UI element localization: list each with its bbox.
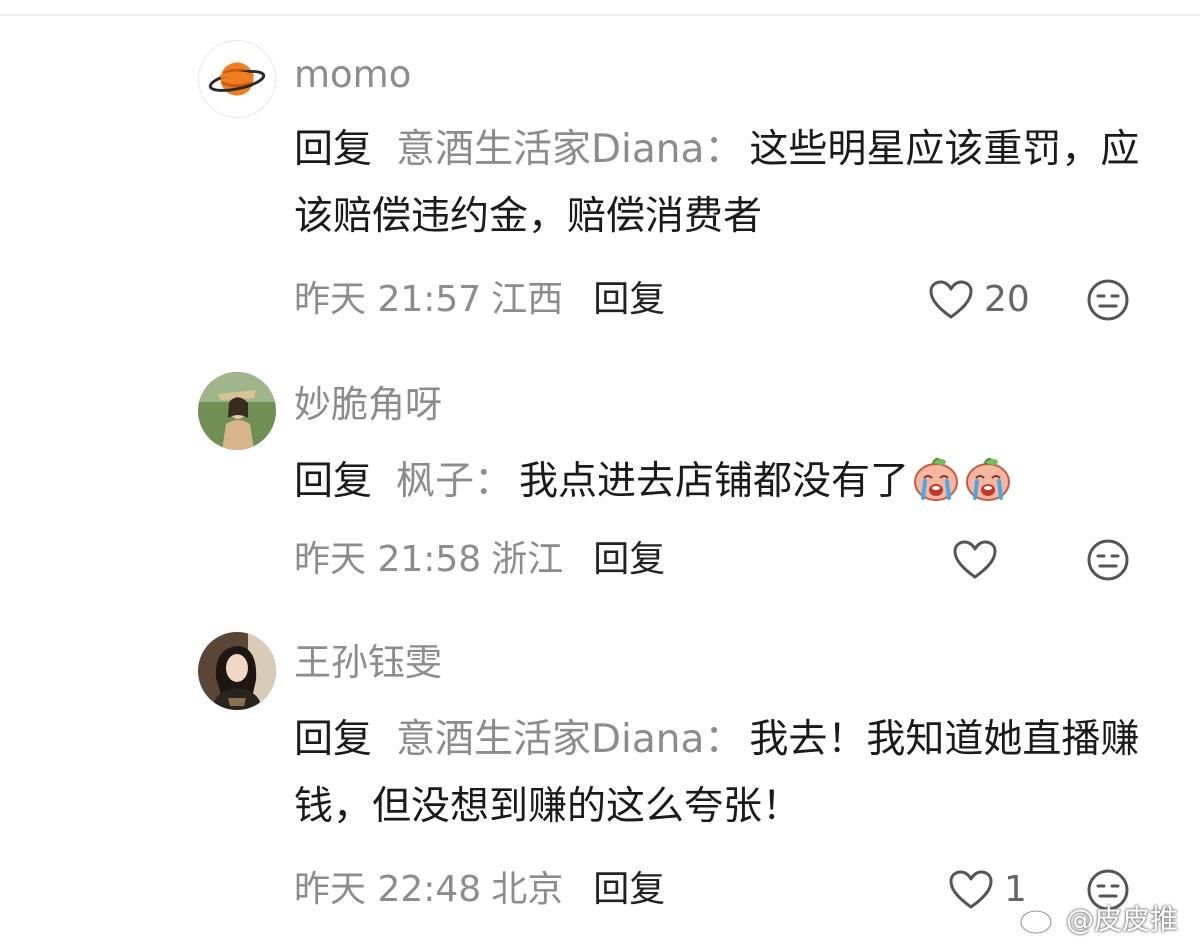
top-divider [0, 14, 1200, 16]
comment-meta: 昨天 21:57 江西 回复 [294, 282, 665, 318]
timestamp: 昨天 21:58 [294, 539, 482, 580]
like-count: 20 [984, 279, 1030, 320]
location: 浙江 [491, 539, 564, 580]
comment-text: 回复 意酒生活家Diana： 这些明星应该重罚，应该赔偿违约金，赔偿消费者 [294, 116, 1154, 250]
meh-face-icon [1087, 279, 1129, 321]
avatar[interactable] [198, 372, 276, 450]
meh-face-icon [1087, 539, 1129, 581]
heart-icon [953, 540, 997, 579]
reply-button[interactable]: 回复 [593, 279, 665, 320]
avatar[interactable] [198, 40, 276, 118]
heart-icon [949, 870, 993, 909]
like-button[interactable]: 1 [948, 868, 1027, 912]
comment-meta: 昨天 22:48 北京 回复 [294, 872, 665, 908]
location: 江西 [491, 279, 564, 320]
user-photo [198, 372, 276, 450]
comment-meta: 昨天 21:58 浙江 回复 [294, 542, 665, 578]
comment-text: 回复 枫子： 我点进去店铺都没有了 [294, 448, 1154, 515]
username[interactable]: 妙脆角呀 [294, 386, 442, 423]
username[interactable]: 王孙钰雯 [294, 644, 442, 681]
reply-prefix: 回复 [294, 717, 373, 762]
user-photo [198, 632, 276, 710]
colon: ： [704, 717, 744, 762]
crying-emoji-icon [963, 454, 1013, 502]
dislike-button[interactable] [1086, 538, 1130, 582]
reply-button[interactable]: 回复 [593, 539, 665, 580]
colon: ： [704, 127, 744, 172]
avatar[interactable] [198, 632, 276, 710]
comment-body: 我点进去店铺都没有了 [519, 459, 910, 504]
timestamp: 昨天 21:57 [294, 279, 482, 320]
heart-icon [929, 280, 973, 319]
reply-target-user[interactable]: 枫子 [396, 459, 474, 504]
timestamp: 昨天 22:48 [294, 869, 482, 910]
reply-prefix: 回复 [294, 127, 373, 172]
like-button[interactable]: 20 [928, 278, 1030, 322]
reply-target-user[interactable]: 意酒生活家Diana [396, 127, 704, 172]
username[interactable]: momo [294, 56, 411, 93]
location: 北京 [491, 869, 564, 910]
planet-icon [208, 62, 266, 96]
like-button[interactable] [952, 538, 1008, 582]
reply-button[interactable]: 回复 [593, 869, 665, 910]
reply-target-user[interactable]: 意酒生活家Diana [396, 717, 704, 762]
comment-text: 回复 意酒生活家Diana： 我去！我知道她直播赚钱，但没想到赚的这么夸张！ [294, 706, 1154, 840]
crying-emoji-icon [911, 454, 961, 502]
watermark-text: @皮皮推 [1066, 903, 1179, 936]
watermark: @皮皮推 [1018, 898, 1178, 938]
dislike-button[interactable] [1086, 278, 1130, 322]
reply-prefix: 回复 [294, 459, 373, 504]
colon: ： [474, 459, 514, 504]
weibo-logo-icon [1019, 904, 1060, 935]
